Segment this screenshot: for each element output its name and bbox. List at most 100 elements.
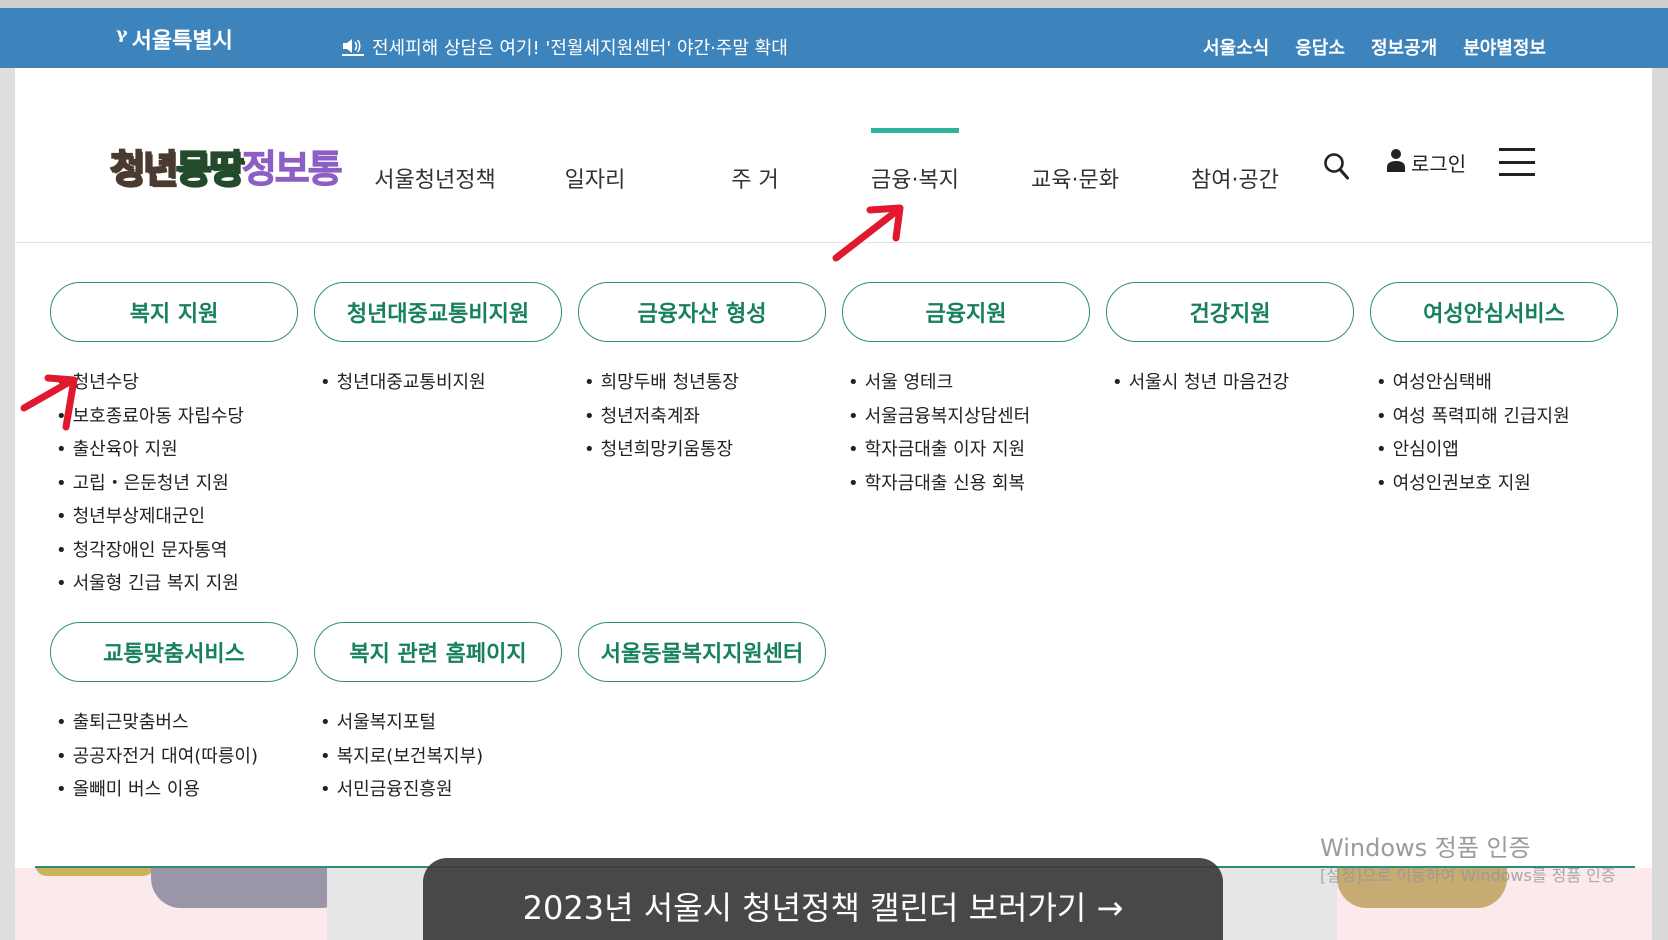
annotation-arrow-icon <box>832 204 904 262</box>
utility-link-news[interactable]: 서울소식 <box>1203 34 1269 60</box>
submenu-item[interactable]: 올빼미 버스 이용 <box>56 773 298 807</box>
seoul-logo-text: 서울특별시 <box>131 28 233 54</box>
submenu-item[interactable]: 공공자전거 대여(따릉이) <box>56 740 298 774</box>
submenu-list: 서울복지포털 복지로(보건복지부) 서민금융진흥원 <box>314 706 562 807</box>
submenu-item[interactable]: 서울시 청년 마음건강 <box>1112 366 1354 400</box>
login-label: 로그인 <box>1411 152 1467 176</box>
menu-group-financial-support: 금융지원 서울 영테크 서울금융복지상담센터 학자금대출 이자 지원 학자금대출… <box>842 282 1090 500</box>
utility-links: 서울소식 응답소 정보공개 분야별정보 <box>1203 34 1546 60</box>
submenu-list: 청년대중교통비지원 <box>314 366 562 400</box>
submenu-item[interactable]: 서울 영테크 <box>848 366 1090 400</box>
banner-decoration <box>151 868 351 908</box>
logo-part-1: 청년 <box>109 146 179 192</box>
nav-label: 일자리 <box>564 168 626 193</box>
notice-text: 전세피해 상담은 여기! '전월세지원센터' 야간·주말 확대 <box>372 38 788 59</box>
calendar-cta-button[interactable]: 2023년 서울시 청년정책 캘린더 보러가기 → <box>423 858 1223 940</box>
menu-group-welfare-support: 복지 지원 청년수당 보호종료아동 자립수당 출산육아 지원 고립・은둔청년 지… <box>50 282 298 601</box>
scrollbar-track[interactable] <box>1652 68 1668 940</box>
nav-housing[interactable]: 주 거 <box>675 128 835 228</box>
submenu-item[interactable]: 서울복지포털 <box>320 706 562 740</box>
submenu-item[interactable]: 청년수당 <box>56 366 298 400</box>
submenu-item[interactable]: 청각장애인 문자통역 <box>56 534 298 568</box>
submenu-list: 청년수당 보호종료아동 자립수당 출산육아 지원 고립・은둔청년 지원 청년부상… <box>50 366 298 601</box>
submenu-item[interactable]: 청년희망키움통장 <box>584 433 826 467</box>
menu-group-title[interactable]: 교통맞춤서비스 <box>50 622 298 682</box>
windows-activation-watermark: Windows 정품 인증 <box>1320 834 1531 862</box>
menu-group-title[interactable]: 금융자산 형성 <box>578 282 826 342</box>
mega-menu-row-2: 교통맞춤서비스 출퇴근맞춤버스 공공자전거 대여(따릉이) 올빼미 버스 이용 … <box>50 622 1630 862</box>
submenu-item[interactable]: 서울형 긴급 복지 지원 <box>56 567 298 601</box>
nav-label: 주 거 <box>731 168 779 193</box>
submenu-item[interactable]: 청년부상제대군인 <box>56 500 298 534</box>
nav-label: 서울청년정책 <box>374 168 496 193</box>
banner-decoration <box>35 868 155 876</box>
nav-participation-space[interactable]: 참여·공간 <box>1155 128 1315 228</box>
submenu-item[interactable]: 여성안심택배 <box>1376 366 1618 400</box>
logo-part-2: 몽땅 <box>175 146 245 192</box>
submenu-item[interactable]: 희망두배 청년통장 <box>584 366 826 400</box>
annotation-arrow-icon <box>20 374 78 431</box>
submenu-item[interactable]: 여성인권보호 지원 <box>1376 467 1618 501</box>
submenu-item[interactable]: 출퇴근맞춤버스 <box>56 706 298 740</box>
submenu-item[interactable]: 출산육아 지원 <box>56 433 298 467</box>
login-button[interactable]: 로그인 <box>1387 148 1466 177</box>
speaker-icon <box>342 38 364 56</box>
nav-label: 금융·복지 <box>871 168 959 193</box>
menu-group-transit-support: 청년대중교통비지원 청년대중교통비지원 <box>314 282 562 400</box>
site-logo[interactable]: 청년 몽땅 정보통 <box>109 138 343 193</box>
submenu-item[interactable]: 고립・은둔청년 지원 <box>56 467 298 501</box>
submenu-item[interactable]: 서민금융진흥원 <box>320 773 562 807</box>
menu-group-title[interactable]: 복지 지원 <box>50 282 298 342</box>
menu-group-animal-welfare: 서울동물복지지원센터 <box>578 622 826 682</box>
submenu-item[interactable]: 학자금대출 이자 지원 <box>848 433 1090 467</box>
logo-part-3: 정보통 <box>241 147 343 192</box>
left-gutter <box>0 68 15 940</box>
nav-education-culture[interactable]: 교육·문화 <box>995 128 1155 228</box>
menu-group-title[interactable]: 여성안심서비스 <box>1370 282 1618 342</box>
user-icon <box>1387 148 1405 177</box>
page-content: 청년 몽땅 정보통 서울청년정책 일자리 주 거 금융·복지 교육·문화 참여·… <box>15 68 1652 868</box>
window-top-strip <box>0 0 1668 8</box>
menu-group-transport-service: 교통맞춤서비스 출퇴근맞춤버스 공공자전거 대여(따릉이) 올빼미 버스 이용 <box>50 622 298 807</box>
utility-link-info-disclosure[interactable]: 정보공개 <box>1371 34 1437 60</box>
menu-group-women-safety: 여성안심서비스 여성안심택배 여성 폭력피해 긴급지원 안심이앱 여성인권보호 … <box>1370 282 1618 500</box>
nav-label: 교육·문화 <box>1031 168 1119 193</box>
submenu-item[interactable]: 학자금대출 신용 회복 <box>848 467 1090 501</box>
seoul-logo[interactable]: ᵞ 서울특별시 <box>116 22 233 55</box>
utility-bar: ᵞ 서울특별시 전세피해 상담은 여기! '전월세지원센터' 야간·주말 확대 … <box>0 8 1668 68</box>
submenu-item[interactable]: 청년저축계좌 <box>584 400 826 434</box>
nav-jobs[interactable]: 일자리 <box>515 128 675 228</box>
windows-activation-subtext: [설정]으로 이동하여 Windows를 정품 인증 <box>1320 866 1616 885</box>
submenu-list: 여성안심택배 여성 폭력피해 긴급지원 안심이앱 여성인권보호 지원 <box>1370 366 1618 500</box>
submenu-item[interactable]: 청년대중교통비지원 <box>320 366 562 400</box>
mega-menu: 복지 지원 청년수당 보호종료아동 자립수당 출산육아 지원 고립・은둔청년 지… <box>50 282 1630 862</box>
browser-frame: ᵞ 서울특별시 전세피해 상담은 여기! '전월세지원센터' 야간·주말 확대 … <box>0 0 1668 940</box>
submenu-item[interactable]: 안심이앱 <box>1376 433 1618 467</box>
submenu-item[interactable]: 보호종료아동 자립수당 <box>56 400 298 434</box>
utility-link-field-info[interactable]: 분야별정보 <box>1463 34 1546 60</box>
nav-label: 참여·공간 <box>1191 168 1279 193</box>
utility-link-eungdapso[interactable]: 응답소 <box>1295 34 1345 60</box>
submenu-item[interactable]: 여성 폭력피해 긴급지원 <box>1376 400 1618 434</box>
submenu-item[interactable]: 서울금융복지상담센터 <box>848 400 1090 434</box>
menu-group-title[interactable]: 복지 관련 홈페이지 <box>314 622 562 682</box>
submenu-list: 서울 영테크 서울금융복지상담센터 학자금대출 이자 지원 학자금대출 신용 회… <box>842 366 1090 500</box>
menu-group-welfare-sites: 복지 관련 홈페이지 서울복지포털 복지로(보건복지부) 서민금융진흥원 <box>314 622 562 807</box>
menu-group-asset-building: 금융자산 형성 희망두배 청년통장 청년저축계좌 청년희망키움통장 <box>578 282 826 467</box>
submenu-list: 서울시 청년 마음건강 <box>1106 366 1354 400</box>
notice-ticker[interactable]: 전세피해 상담은 여기! '전월세지원센터' 야간·주말 확대 <box>342 34 788 60</box>
menu-group-title[interactable]: 서울동물복지지원센터 <box>578 622 826 682</box>
submenu-list: 출퇴근맞춤버스 공공자전거 대여(따릉이) 올빼미 버스 이용 <box>50 706 298 807</box>
menu-group-title[interactable]: 금융지원 <box>842 282 1090 342</box>
hamburger-menu-icon[interactable] <box>1499 148 1535 176</box>
mega-menu-row-1: 복지 지원 청년수당 보호종료아동 자립수당 출산육아 지원 고립・은둔청년 지… <box>50 282 1630 622</box>
seoul-symbol-icon: ᵞ <box>116 22 128 55</box>
menu-group-health-support: 건강지원 서울시 청년 마음건강 <box>1106 282 1354 400</box>
cta-label: 2023년 서울시 청년정책 캘린더 보러가기 → <box>522 889 1124 927</box>
submenu-item[interactable]: 복지로(보건복지부) <box>320 740 562 774</box>
search-icon[interactable] <box>1323 152 1351 182</box>
submenu-list: 희망두배 청년통장 청년저축계좌 청년희망키움통장 <box>578 366 826 467</box>
nav-youth-policy[interactable]: 서울청년정책 <box>355 128 515 228</box>
menu-group-title[interactable]: 건강지원 <box>1106 282 1354 342</box>
menu-group-title[interactable]: 청년대중교통비지원 <box>314 282 562 342</box>
